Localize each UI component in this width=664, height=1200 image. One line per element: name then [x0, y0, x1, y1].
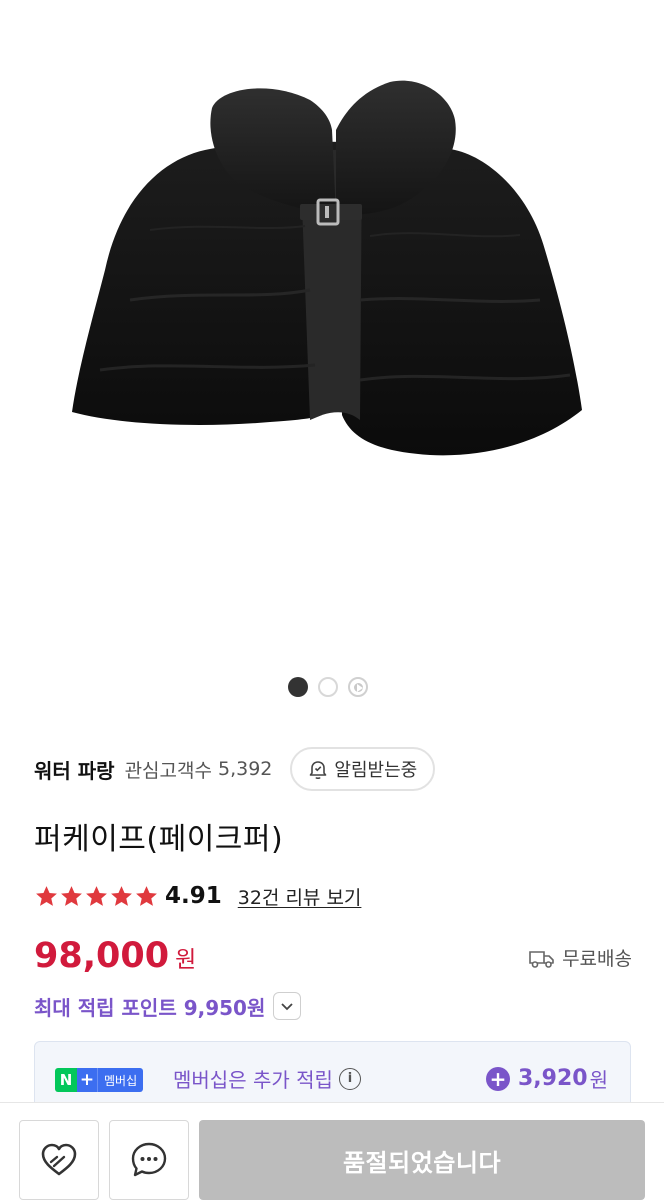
naver-plus-membership-badge: N + 멤버십 [55, 1068, 144, 1092]
heart-icon [41, 1143, 77, 1176]
shipping-info: 무료배송 [528, 944, 632, 971]
membership-text-row: 멤버십은 추가 적립 i [173, 1064, 361, 1093]
video-play-icon[interactable] [348, 677, 368, 697]
fur-cape-illustration [72, 80, 582, 456]
membership-text: 멤버십은 추가 적립 [173, 1068, 333, 1092]
review-link[interactable]: 32건 리뷰 보기 [238, 883, 362, 910]
rating-row: 4.91 32건 리뷰 보기 [34, 880, 361, 912]
talk-talk-button[interactable] [109, 1120, 189, 1200]
badge-n: N [55, 1068, 77, 1092]
max-points-label: 최대 적립 포인트 9,950원 [34, 995, 266, 1020]
pager-dot-active[interactable] [288, 677, 308, 697]
bell-check-icon [310, 761, 327, 780]
points-row: 최대 적립 포인트 9,950원 [34, 990, 302, 1022]
star-icon [36, 885, 57, 906]
chevron-down-icon [281, 1003, 293, 1011]
star-icon [61, 885, 82, 906]
product-image[interactable] [0, 0, 664, 660]
chat-bubble-icon [131, 1142, 167, 1177]
price-row: 98,000 원 [34, 936, 196, 980]
image-pager [0, 676, 664, 698]
badge-plus: + [77, 1068, 97, 1092]
store-info-row: 워터 파랑 관심고객수 5,392 알림받는중 [34, 746, 654, 792]
star-icon [136, 885, 157, 906]
pager-dot[interactable] [318, 677, 338, 697]
price-amount: 98,000 [34, 936, 170, 976]
wishlist-button[interactable] [19, 1120, 99, 1200]
price-currency: 원 [175, 947, 197, 973]
rating-stars [34, 884, 159, 909]
soldout-button: 품절되었습니다 [199, 1120, 645, 1200]
info-icon[interactable]: i [338, 1067, 361, 1090]
favorite-customers-count: 5,392 [217, 758, 273, 780]
plus-circle-icon: + [486, 1066, 510, 1091]
star-icon [111, 885, 132, 906]
product-title: 퍼케이프(페이크퍼) [34, 822, 284, 857]
shipping-label: 무료배송 [562, 948, 632, 970]
store-name[interactable]: 워터 파랑 [34, 755, 115, 784]
points-expand-button[interactable] [273, 992, 302, 1020]
membership-points: + 3,920 원 [486, 1064, 608, 1093]
truck-icon [529, 950, 554, 968]
bottom-action-bar: 품절되었습니다 [0, 1102, 664, 1200]
rating-value: 4.91 [165, 883, 222, 909]
favorite-customers-label: 관심고객수 [124, 759, 212, 782]
badge-text: 멤버십 [97, 1068, 144, 1092]
notification-label: 알림받는중 [334, 760, 418, 781]
notification-button[interactable]: 알림받는중 [290, 747, 436, 791]
star-icon [86, 885, 107, 906]
membership-points-value: 3,920 [518, 1066, 588, 1091]
membership-points-unit: 원 [589, 1068, 608, 1092]
